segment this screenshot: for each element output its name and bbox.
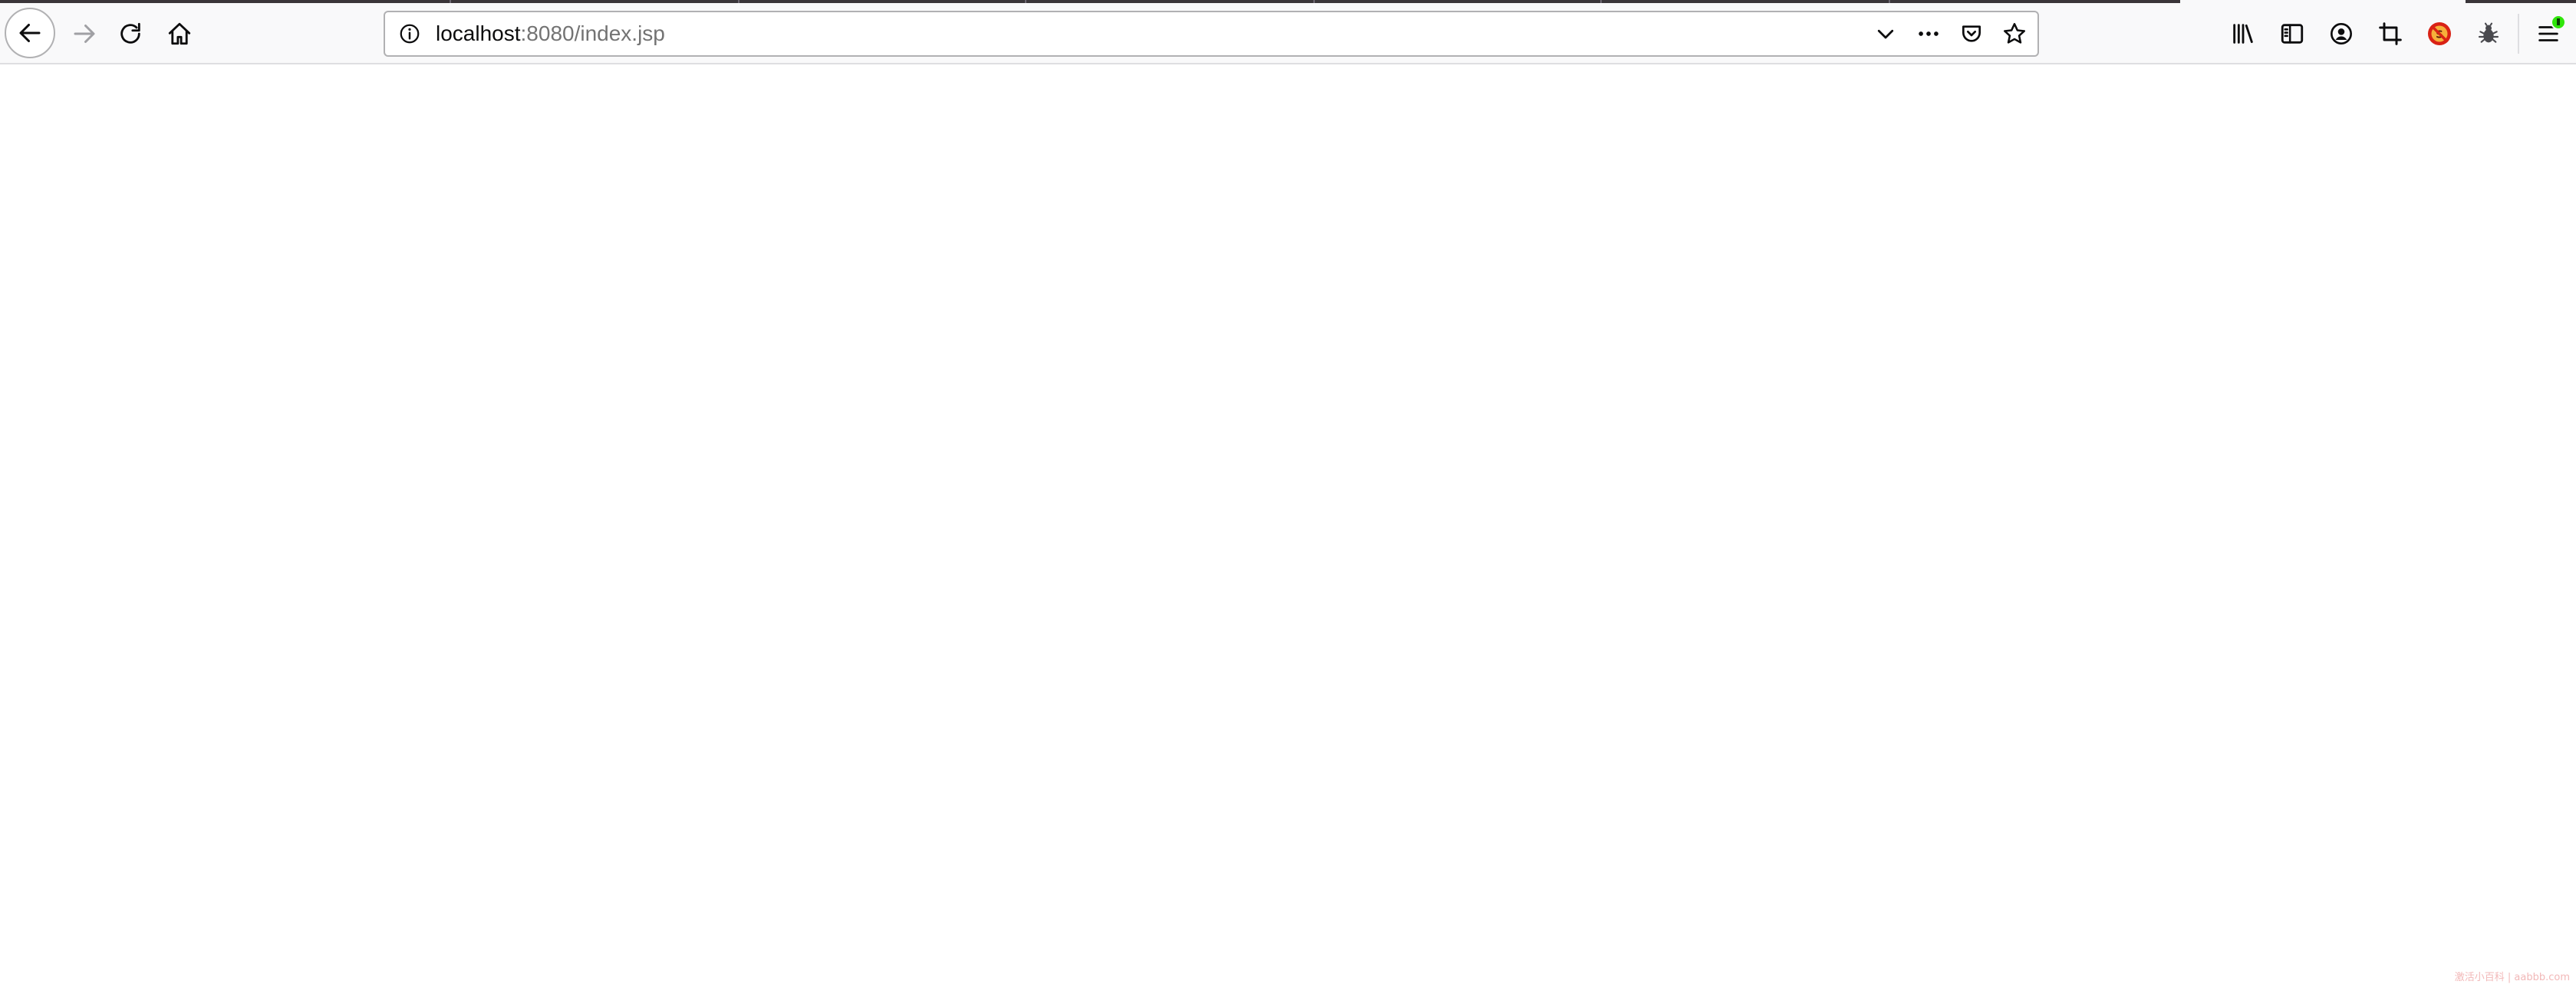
reload-button[interactable] — [110, 14, 150, 54]
url-host: localhost — [436, 21, 521, 45]
url-bar[interactable]: localhost:8080/index.jsp — [384, 11, 2039, 57]
crop-icon — [2378, 21, 2403, 46]
toolbar-separator — [2518, 14, 2519, 54]
star-icon[interactable] — [1999, 18, 2030, 49]
sidebar-icon — [2279, 21, 2305, 47]
url-text[interactable]: localhost:8080/index.jsp — [436, 12, 665, 55]
url-path: :8080/index.jsp — [520, 21, 665, 45]
library-icon — [2230, 21, 2256, 47]
screenshot-button[interactable] — [2370, 14, 2410, 54]
arrow-left-icon — [16, 19, 44, 47]
main-menu-button[interactable] — [2528, 14, 2568, 54]
ellipsis-icon[interactable] — [1913, 18, 1944, 49]
info-circle-icon[interactable] — [396, 20, 423, 48]
no-script-icon: S — [2426, 20, 2453, 48]
hamburger-menu-icon — [2535, 15, 2566, 47]
home-icon — [166, 21, 193, 47]
bug-button[interactable] — [2469, 14, 2508, 54]
script-blocker-button[interactable]: S — [2420, 14, 2459, 54]
sidebar-button[interactable] — [2272, 14, 2312, 54]
chevron-down-icon[interactable] — [1870, 18, 1901, 49]
page-content — [0, 64, 2576, 991]
home-button[interactable] — [160, 14, 199, 54]
account-icon — [2329, 21, 2354, 46]
arrow-right-icon — [71, 20, 98, 48]
forward-button[interactable] — [64, 14, 104, 54]
library-button[interactable] — [2223, 14, 2263, 54]
pocket-icon[interactable] — [1956, 18, 1987, 49]
bug-icon — [2476, 21, 2501, 46]
watermark: 激活小百科 | aabbb.com — [2454, 972, 2570, 983]
reload-icon — [117, 21, 143, 47]
back-button[interactable] — [5, 8, 55, 58]
navigation-toolbar: localhost:8080/index.jsp — [0, 3, 2576, 64]
update-badge — [2551, 15, 2566, 30]
account-button[interactable] — [2321, 14, 2361, 54]
